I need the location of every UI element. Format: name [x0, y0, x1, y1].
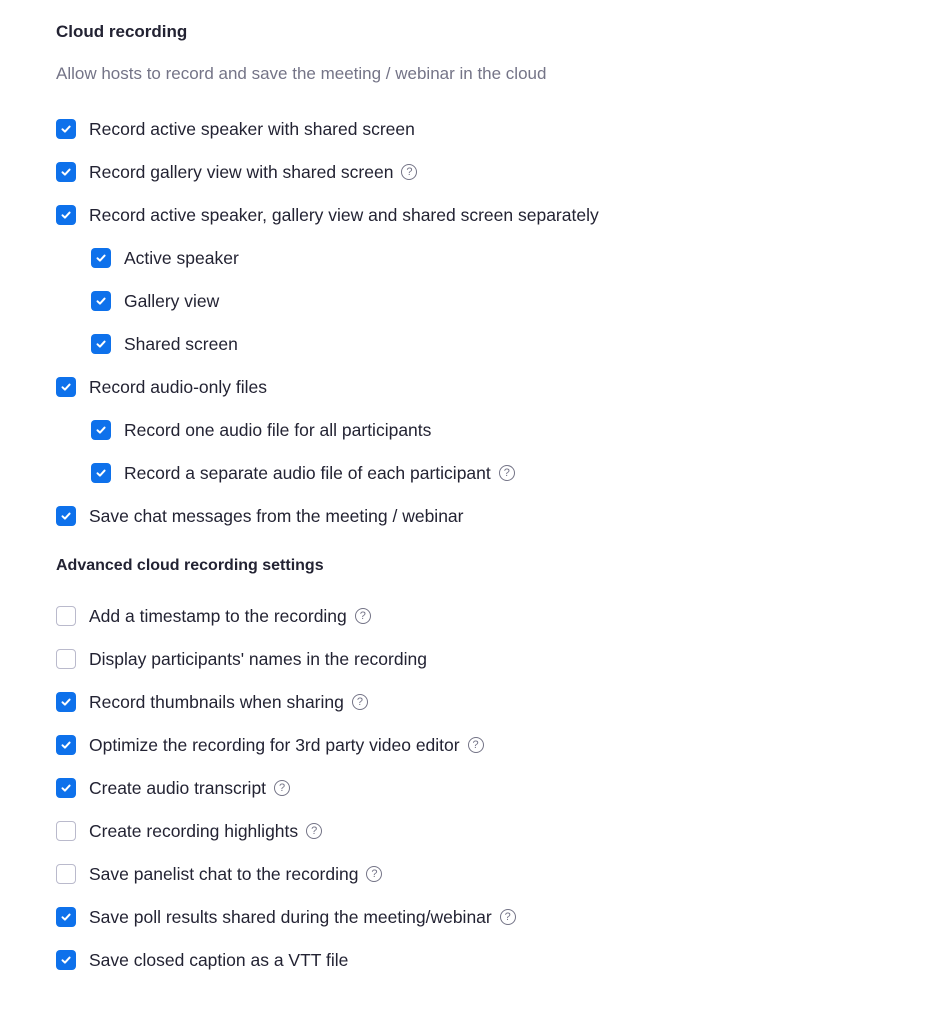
- checkbox-checked[interactable]: [91, 334, 111, 354]
- checkbox-checked[interactable]: [56, 735, 76, 755]
- option-record-a-separate-audio-file-of-each-participant[interactable]: Record a separate audio file of each par…: [91, 461, 515, 485]
- option-display-participants-names-in-the-recording[interactable]: Display participants' names in the recor…: [56, 647, 427, 671]
- option-save-poll-results-shared-during-the-meeting-webinar[interactable]: Save poll results shared during the meet…: [56, 905, 516, 929]
- check-icon: [96, 297, 106, 305]
- option-label[interactable]: Save panelist chat to the recording: [89, 864, 358, 885]
- checkbox-unchecked[interactable]: [56, 606, 76, 626]
- option-record-gallery-view-with-shared-screen[interactable]: Record gallery view with shared screen?: [56, 160, 418, 184]
- option-label[interactable]: Record active speaker, gallery view and …: [89, 205, 599, 226]
- option-label[interactable]: Record audio-only files: [89, 377, 267, 398]
- checkbox-unchecked[interactable]: [56, 864, 76, 884]
- option-record-active-speaker-gallery-view-and-shared-screen-separately[interactable]: Record active speaker, gallery view and …: [56, 203, 599, 227]
- option-record-one-audio-file-for-all-participants[interactable]: Record one audio file for all participan…: [91, 418, 431, 442]
- advanced-settings-title: Advanced cloud recording settings: [56, 557, 324, 574]
- check-icon: [61, 913, 71, 921]
- help-icon[interactable]: ?: [274, 780, 291, 796]
- check-icon: [96, 254, 106, 262]
- checkbox-checked[interactable]: [56, 907, 76, 927]
- option-shared-screen[interactable]: Shared screen: [91, 332, 238, 356]
- cloud-recording-title: Cloud recording: [56, 22, 188, 41]
- help-icon[interactable]: ?: [498, 465, 515, 481]
- checkbox-checked[interactable]: [56, 119, 76, 139]
- help-icon[interactable]: ?: [401, 164, 418, 180]
- option-active-speaker[interactable]: Active speaker: [91, 246, 239, 270]
- option-record-audio-only-files[interactable]: Record audio-only files: [56, 375, 267, 399]
- option-gallery-view[interactable]: Gallery view: [91, 289, 219, 313]
- option-label[interactable]: Create audio transcript: [89, 778, 266, 799]
- option-label[interactable]: Optimize the recording for 3rd party vid…: [89, 735, 460, 756]
- help-icon[interactable]: ?: [351, 694, 368, 710]
- option-label[interactable]: Create recording highlights: [89, 821, 298, 842]
- checkbox-checked[interactable]: [56, 692, 76, 712]
- checkbox-checked[interactable]: [56, 506, 76, 526]
- option-save-closed-caption-as-a-vtt-file[interactable]: Save closed caption as a VTT file: [56, 948, 348, 972]
- help-icon[interactable]: ?: [354, 608, 371, 624]
- option-label[interactable]: Record one audio file for all participan…: [124, 420, 431, 441]
- cloud-recording-description: Allow hosts to record and save the meeti…: [56, 64, 547, 83]
- check-icon: [61, 512, 71, 520]
- check-icon: [96, 469, 106, 477]
- option-create-audio-transcript[interactable]: Create audio transcript?: [56, 776, 291, 800]
- option-optimize-the-recording-for-3rd-party-video-editor[interactable]: Optimize the recording for 3rd party vid…: [56, 733, 484, 757]
- check-icon: [61, 956, 71, 964]
- help-icon[interactable]: ?: [366, 866, 383, 882]
- check-icon: [61, 168, 71, 176]
- option-label[interactable]: Gallery view: [124, 291, 219, 312]
- check-icon: [61, 125, 71, 133]
- option-label[interactable]: Record thumbnails when sharing: [89, 692, 344, 713]
- checkbox-checked[interactable]: [91, 420, 111, 440]
- checkbox-checked[interactable]: [91, 248, 111, 268]
- option-save-panelist-chat-to-the-recording[interactable]: Save panelist chat to the recording?: [56, 862, 383, 886]
- check-icon: [96, 426, 106, 434]
- option-save-chat-messages-from-the-meeting-webinar[interactable]: Save chat messages from the meeting / we…: [56, 504, 464, 528]
- help-icon[interactable]: ?: [499, 909, 516, 925]
- option-label[interactable]: Save chat messages from the meeting / we…: [89, 506, 464, 527]
- check-icon: [61, 211, 71, 219]
- checkbox-checked[interactable]: [56, 950, 76, 970]
- option-label[interactable]: Save closed caption as a VTT file: [89, 950, 348, 971]
- check-icon: [61, 698, 71, 706]
- option-record-thumbnails-when-sharing[interactable]: Record thumbnails when sharing?: [56, 690, 368, 714]
- option-add-a-timestamp-to-the-recording[interactable]: Add a timestamp to the recording?: [56, 604, 371, 628]
- checkbox-checked[interactable]: [91, 463, 111, 483]
- check-icon: [96, 340, 106, 348]
- option-label[interactable]: Save poll results shared during the meet…: [89, 907, 492, 928]
- option-label[interactable]: Record active speaker with shared screen: [89, 119, 415, 140]
- checkbox-checked[interactable]: [56, 377, 76, 397]
- checkbox-checked[interactable]: [56, 162, 76, 182]
- help-icon[interactable]: ?: [306, 823, 323, 839]
- check-icon: [61, 784, 71, 792]
- checkbox-unchecked[interactable]: [56, 649, 76, 669]
- option-record-active-speaker-with-shared-screen[interactable]: Record active speaker with shared screen: [56, 117, 415, 141]
- option-label[interactable]: Record a separate audio file of each par…: [124, 463, 491, 484]
- check-icon: [61, 741, 71, 749]
- option-label[interactable]: Add a timestamp to the recording: [89, 606, 347, 627]
- checkbox-unchecked[interactable]: [56, 821, 76, 841]
- option-label[interactable]: Record gallery view with shared screen: [89, 162, 393, 183]
- option-label[interactable]: Active speaker: [124, 248, 239, 269]
- check-icon: [61, 383, 71, 391]
- option-label[interactable]: Shared screen: [124, 334, 238, 355]
- help-icon[interactable]: ?: [467, 737, 484, 753]
- option-label[interactable]: Display participants' names in the recor…: [89, 649, 427, 670]
- checkbox-checked[interactable]: [56, 778, 76, 798]
- checkbox-checked[interactable]: [91, 291, 111, 311]
- option-create-recording-highlights[interactable]: Create recording highlights?: [56, 819, 323, 843]
- checkbox-checked[interactable]: [56, 205, 76, 225]
